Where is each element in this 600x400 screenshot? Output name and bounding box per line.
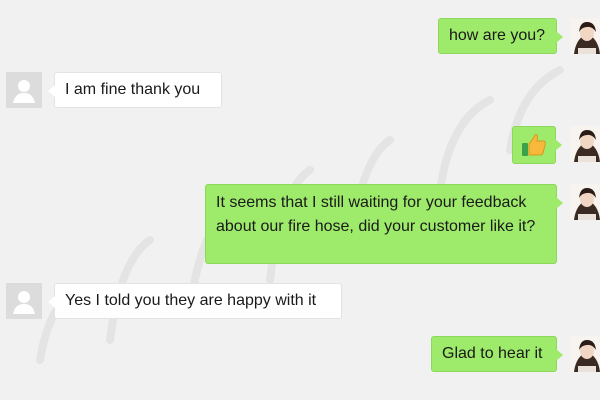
message-text: how are you? [449, 27, 546, 44]
message-bubble-incoming[interactable]: I am fine thank you [48, 72, 222, 108]
user-avatar[interactable] [570, 126, 600, 162]
message-text: Yes I told you they are happy with it [65, 292, 317, 309]
message-bubble-outgoing[interactable]: Glad to hear it [431, 336, 563, 372]
message-text: Glad to hear it [442, 345, 543, 362]
user-avatar[interactable] [570, 184, 600, 220]
user-avatar[interactable] [570, 18, 600, 54]
message-bubble-outgoing[interactable]: It seems that I still waiting for your f… [205, 184, 563, 264]
message-bubble-outgoing[interactable]: how are you? [438, 18, 563, 54]
contact-avatar[interactable] [6, 72, 42, 108]
user-avatar[interactable] [570, 336, 600, 372]
person-icon [6, 283, 42, 319]
message-text: It seems that I still waiting for your f… [216, 194, 536, 235]
contact-avatar[interactable] [6, 283, 42, 319]
chat-window: how are you? I am fine thank you It seem… [0, 0, 600, 400]
message-bubble-incoming[interactable]: Yes I told you they are happy with it [48, 283, 342, 319]
person-icon [6, 72, 42, 108]
message-text: I am fine thank you [65, 81, 201, 98]
message-bubble-outgoing[interactable] [512, 126, 562, 164]
thumbs-up-icon [522, 134, 546, 156]
